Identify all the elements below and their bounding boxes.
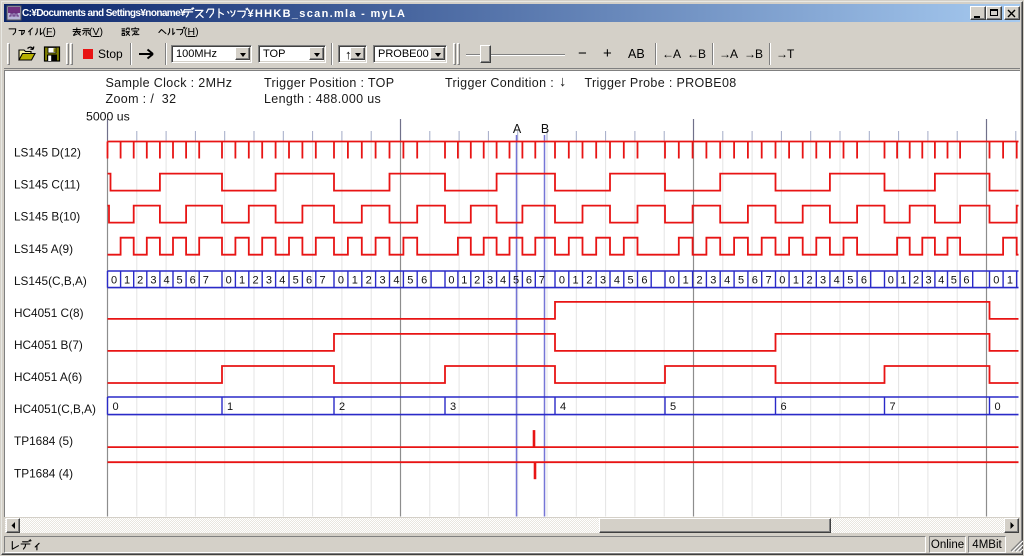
svg-text:3: 3 <box>266 275 272 287</box>
svg-text:0: 0 <box>888 275 894 287</box>
svg-text:LS145 A(9): LS145 A(9) <box>14 242 73 256</box>
svg-text:4: 4 <box>393 275 399 287</box>
svg-text:3: 3 <box>487 275 493 287</box>
svg-text:0: 0 <box>669 275 675 287</box>
svg-text:4: 4 <box>279 275 285 287</box>
svg-text:3: 3 <box>820 275 826 287</box>
svg-text:2: 2 <box>339 401 345 413</box>
svg-text:3: 3 <box>450 401 456 413</box>
svg-text:LS145 C(11): LS145 C(11) <box>14 178 80 192</box>
svg-text:6: 6 <box>781 401 787 413</box>
svg-text:2: 2 <box>137 275 143 287</box>
svg-text:7: 7 <box>203 275 209 287</box>
svg-text:1: 1 <box>1007 275 1013 287</box>
svg-text:1: 1 <box>461 275 467 287</box>
svg-text:3: 3 <box>150 275 156 287</box>
svg-text:2: 2 <box>913 275 919 287</box>
svg-text:6: 6 <box>752 275 758 287</box>
svg-text:4: 4 <box>938 275 944 287</box>
svg-text:0: 0 <box>559 275 565 287</box>
svg-text:LS145(C,B,A): LS145(C,B,A) <box>14 274 87 288</box>
svg-text:7: 7 <box>319 275 325 287</box>
svg-text:1: 1 <box>900 275 906 287</box>
svg-text:5: 5 <box>513 275 519 287</box>
svg-text:0: 0 <box>995 401 1001 413</box>
svg-text:6: 6 <box>641 275 647 287</box>
svg-text:TP1684 (4): TP1684 (4) <box>14 466 73 480</box>
svg-text:5: 5 <box>407 275 413 287</box>
svg-text:LS145 B(10): LS145 B(10) <box>14 210 80 224</box>
svg-text:2: 2 <box>252 275 258 287</box>
svg-text:0: 0 <box>226 275 232 287</box>
svg-text:0: 0 <box>111 275 117 287</box>
svg-text:HC4051 B(7): HC4051 B(7) <box>14 338 83 352</box>
svg-text:4: 4 <box>163 275 169 287</box>
svg-text:5: 5 <box>847 275 853 287</box>
svg-text:3: 3 <box>380 275 386 287</box>
svg-text:7: 7 <box>766 275 772 287</box>
svg-text:0: 0 <box>779 275 785 287</box>
svg-text:7: 7 <box>890 401 896 413</box>
svg-text:0: 0 <box>113 401 119 413</box>
svg-text:0: 0 <box>448 275 454 287</box>
svg-text:1: 1 <box>352 275 358 287</box>
svg-text:1: 1 <box>683 275 689 287</box>
svg-text:5: 5 <box>738 275 744 287</box>
svg-text:6: 6 <box>861 275 867 287</box>
svg-text:0: 0 <box>338 275 344 287</box>
svg-text:LS145 D(12): LS145 D(12) <box>14 146 81 160</box>
svg-text:5: 5 <box>951 275 957 287</box>
svg-text:6: 6 <box>963 275 969 287</box>
svg-text:2: 2 <box>474 275 480 287</box>
svg-text:4: 4 <box>560 401 566 413</box>
svg-text:1: 1 <box>124 275 130 287</box>
svg-text:HC4051 C(8): HC4051 C(8) <box>14 306 84 320</box>
svg-text:6: 6 <box>190 275 196 287</box>
svg-text:1: 1 <box>239 275 245 287</box>
svg-text:2: 2 <box>806 275 812 287</box>
svg-text:2: 2 <box>586 275 592 287</box>
svg-text:6: 6 <box>421 275 427 287</box>
svg-text:3: 3 <box>926 275 932 287</box>
svg-text:3: 3 <box>600 275 606 287</box>
svg-text:3: 3 <box>710 275 716 287</box>
svg-text:A: A <box>513 122 522 136</box>
svg-text:5: 5 <box>293 275 299 287</box>
svg-text:7: 7 <box>539 275 545 287</box>
svg-text:2: 2 <box>366 275 372 287</box>
svg-text:5: 5 <box>628 275 634 287</box>
svg-text:1: 1 <box>573 275 579 287</box>
svg-text:5: 5 <box>670 401 676 413</box>
svg-text:HC4051(C,B,A): HC4051(C,B,A) <box>14 402 96 416</box>
svg-text:5: 5 <box>177 275 183 287</box>
svg-text:5000 us: 5000 us <box>86 110 130 124</box>
svg-text:1: 1 <box>227 401 233 413</box>
svg-text:B: B <box>541 122 549 136</box>
svg-text:6: 6 <box>526 275 532 287</box>
svg-text:4: 4 <box>834 275 840 287</box>
svg-text:6: 6 <box>306 275 312 287</box>
svg-text:1: 1 <box>793 275 799 287</box>
svg-text:0: 0 <box>993 275 999 287</box>
svg-text:HC4051 A(6): HC4051 A(6) <box>14 370 82 384</box>
svg-text:4: 4 <box>614 275 620 287</box>
svg-text:4: 4 <box>724 275 730 287</box>
svg-text:TP1684 (5): TP1684 (5) <box>14 434 73 448</box>
svg-text:2: 2 <box>696 275 702 287</box>
svg-text:4: 4 <box>500 275 506 287</box>
